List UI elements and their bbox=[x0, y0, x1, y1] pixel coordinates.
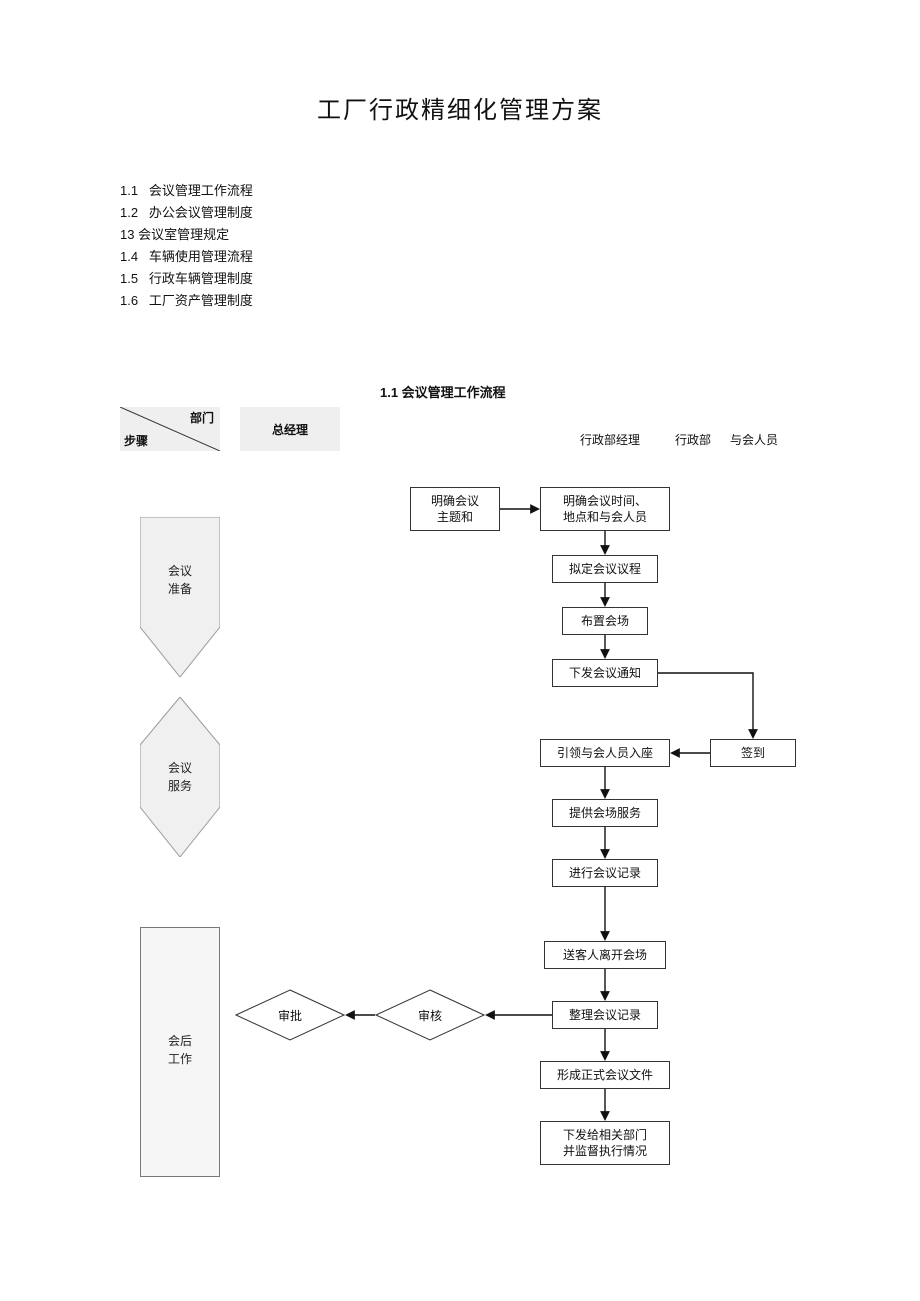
node-distribute: 下发给相关部门 并监督执行情况 bbox=[540, 1121, 670, 1165]
toc-item: 13 会议室管理规定 bbox=[120, 224, 800, 246]
node-signin: 签到 bbox=[710, 739, 796, 767]
toc-list: 1.1 会议管理工作流程 1.2 办公会议管理制度 13 会议室管理规定 1.4… bbox=[120, 180, 800, 312]
header-step-dept: 部门 步骤 bbox=[120, 407, 220, 451]
toc-item: 1.4 车辆使用管理流程 bbox=[120, 246, 800, 268]
toc-item: 1.2 办公会议管理制度 bbox=[120, 202, 800, 224]
header-gm: 总经理 bbox=[240, 407, 340, 451]
node-topic: 明确会议 主题和 bbox=[410, 487, 500, 531]
node-collate: 整理会议记录 bbox=[552, 1001, 658, 1029]
header-admin: 行政部 bbox=[675, 431, 711, 448]
node-formal-doc: 形成正式会议文件 bbox=[540, 1061, 670, 1089]
toc-item: 1.5 行政车辆管理制度 bbox=[120, 268, 800, 290]
node-seat: 引领与会人员入座 bbox=[540, 739, 670, 767]
header-dept-label: 部门 bbox=[190, 409, 214, 426]
node-review-label: 审核 bbox=[375, 989, 485, 1041]
node-review: 审核 bbox=[375, 989, 485, 1041]
node-approve-label: 审批 bbox=[235, 989, 345, 1041]
node-minutes: 进行会议记录 bbox=[552, 859, 658, 887]
header-admin-mgr: 行政部经理 bbox=[580, 431, 640, 448]
phase-prep: 会议 准备 bbox=[140, 517, 220, 677]
toc-item: 1.1 会议管理工作流程 bbox=[120, 180, 800, 202]
node-time-place: 明确会议时间、 地点和与会人员 bbox=[540, 487, 670, 531]
node-approve: 审批 bbox=[235, 989, 345, 1041]
phase-post-label: 会后 工作 bbox=[140, 1032, 220, 1068]
phase-service: 会议 服务 bbox=[140, 697, 220, 857]
header-step-label: 步骤 bbox=[124, 432, 148, 449]
section-title: 1.1 会议管理工作流程 bbox=[380, 382, 800, 401]
node-setup: 布置会场 bbox=[562, 607, 648, 635]
node-service: 提供会场服务 bbox=[552, 799, 658, 827]
phase-post: 会后 工作 bbox=[140, 927, 220, 1177]
toc-item: 1.6 工厂资产管理制度 bbox=[120, 290, 800, 312]
phase-prep-label: 会议 准备 bbox=[140, 562, 220, 598]
flowchart: 部门 步骤 总经理 行政部经理 行政部 与会人员 会议 准备 会议 服务 会后 … bbox=[120, 407, 800, 1227]
header-attendee: 与会人员 bbox=[730, 431, 778, 448]
phase-service-label: 会议 服务 bbox=[140, 759, 220, 795]
node-seeoff: 送客人离开会场 bbox=[544, 941, 666, 969]
node-agenda: 拟定会议议程 bbox=[552, 555, 658, 583]
node-notice: 下发会议通知 bbox=[552, 659, 658, 687]
page-title: 工厂行政精细化管理方案 bbox=[120, 90, 800, 125]
